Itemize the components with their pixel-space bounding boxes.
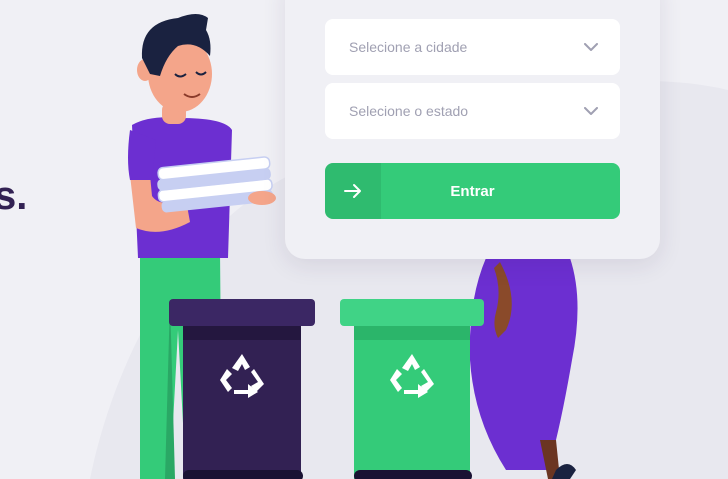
chevron-down-icon xyxy=(584,42,598,51)
state-select[interactable]: Selecione o estado xyxy=(325,83,620,139)
enter-button-label: Entrar xyxy=(450,182,495,200)
chevron-down-icon xyxy=(584,106,598,115)
form-card: Selecione a cidade Selecione o estado En… xyxy=(285,0,660,259)
arrow-right-icon xyxy=(344,184,361,198)
hero-title-fragment: s. xyxy=(0,174,28,218)
enter-button-icon-box xyxy=(325,163,381,219)
recycle-icon xyxy=(220,354,264,398)
city-select-placeholder: Selecione a cidade xyxy=(349,39,468,55)
state-select-placeholder: Selecione o estado xyxy=(349,103,469,119)
enter-button[interactable]: Entrar xyxy=(325,163,620,219)
city-select[interactable]: Selecione a cidade xyxy=(325,19,620,75)
recycle-icon xyxy=(390,354,434,398)
